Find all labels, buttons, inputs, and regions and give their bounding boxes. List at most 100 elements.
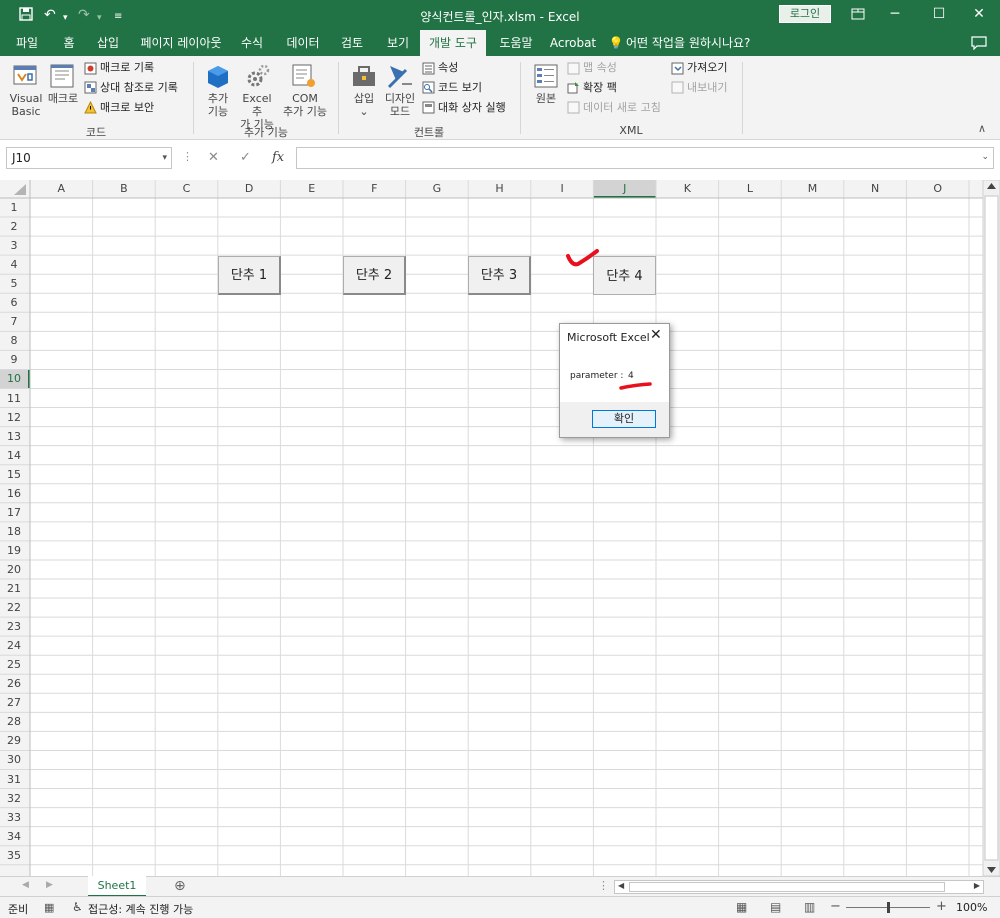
expansion-packs-button[interactable]: 확장 팩 [583, 81, 617, 95]
column-header-d[interactable]: D [218, 180, 281, 198]
row-header-30[interactable]: 30 [0, 750, 28, 769]
form-button-3[interactable]: 단추 3 [468, 256, 531, 295]
row-header-35[interactable]: 35 [0, 846, 28, 865]
column-header-g[interactable]: G [406, 180, 469, 198]
ribbon-display-icon[interactable] [843, 3, 873, 25]
cancel-icon[interactable]: ✕ [208, 150, 219, 165]
refresh-data-button[interactable]: 데이터 새로 고침 [583, 101, 661, 115]
row-header-11[interactable]: 11 [0, 389, 28, 408]
row-header-10[interactable]: 10 [0, 369, 28, 388]
record-macro-button[interactable]: 매크로 기록 [100, 61, 154, 75]
horizontal-scrollbar[interactable]: ◀ ▶ [614, 880, 984, 894]
run-dialog-button[interactable]: 대화 상자 실행 [438, 101, 506, 115]
zoom-out-icon[interactable]: − [830, 899, 841, 914]
macro-record-icon[interactable]: ▦ [44, 901, 54, 914]
expansion-pack-icon[interactable] [567, 81, 580, 97]
sheet-tab-sheet1[interactable]: Sheet1 [88, 876, 146, 897]
close-icon[interactable]: ✕ [964, 3, 994, 25]
row-header-5[interactable]: 5 [0, 274, 28, 293]
view-code-icon[interactable] [422, 81, 435, 97]
macro-icon[interactable] [48, 62, 76, 93]
com-addins-icon[interactable] [290, 62, 318, 93]
column-header-n[interactable]: N [844, 180, 907, 198]
export-button[interactable]: 내보내기 [687, 81, 727, 95]
import-button[interactable]: 가져오기 [687, 61, 727, 75]
gear-icon[interactable] [244, 62, 272, 93]
com-addins-label[interactable]: COM 추가 기능 [280, 92, 330, 118]
normal-view-icon[interactable]: ▦ [736, 900, 747, 914]
column-header-i[interactable]: I [531, 180, 594, 198]
enter-icon[interactable]: ✓ [240, 150, 251, 165]
row-header-14[interactable]: 14 [0, 446, 28, 465]
collapse-ribbon-icon[interactable]: ∧ [978, 122, 986, 135]
row-header-19[interactable]: 19 [0, 541, 28, 560]
new-sheet-icon[interactable]: ⊕ [174, 878, 186, 894]
row-header-25[interactable]: 25 [0, 655, 28, 674]
scroll-right-icon[interactable]: ▶ [974, 881, 980, 890]
tab-insert[interactable]: 삽입 [90, 30, 126, 56]
row-header-3[interactable]: 3 [0, 236, 28, 255]
toolbox-icon[interactable] [350, 62, 378, 93]
row-header-18[interactable]: 18 [0, 522, 28, 541]
tab-page-layout[interactable]: 페이지 레이아웃 [136, 30, 226, 56]
row-header-7[interactable]: 7 [0, 312, 28, 331]
row-header-31[interactable]: 31 [0, 770, 28, 789]
page-break-view-icon[interactable]: ▥ [804, 900, 815, 914]
formula-input[interactable]: ⌄ [296, 147, 994, 169]
maximize-icon[interactable]: ☐ [924, 3, 954, 25]
tab-formulas[interactable]: 수식 [234, 30, 270, 56]
form-button-2[interactable]: 단추 2 [343, 256, 406, 295]
tab-acrobat[interactable]: Acrobat [548, 30, 598, 56]
horizontal-scroll-thumb[interactable] [629, 882, 945, 892]
row-header-26[interactable]: 26 [0, 674, 28, 693]
row-header-12[interactable]: 12 [0, 408, 28, 427]
record-macro-icon[interactable] [84, 62, 97, 78]
tab-data[interactable]: 데이터 [280, 30, 326, 56]
scroll-left-icon[interactable]: ◀ [618, 881, 624, 890]
relative-ref-button[interactable]: 상대 참조로 기록 [100, 81, 178, 95]
column-header-b[interactable]: B [93, 180, 156, 198]
row-header-15[interactable]: 15 [0, 465, 28, 484]
visual-basic-label[interactable]: Visual Basic [6, 92, 46, 118]
xml-source-icon[interactable] [532, 62, 560, 93]
row-header-32[interactable]: 32 [0, 789, 28, 808]
design-mode-label[interactable]: 디자인 모드 [380, 92, 420, 118]
tab-home[interactable]: 홈 [56, 30, 82, 56]
map-properties-button[interactable]: 맵 속성 [583, 61, 617, 75]
column-header-l[interactable]: L [719, 180, 782, 198]
name-box[interactable]: J10 ▾ [6, 147, 172, 169]
comments-icon[interactable] [968, 30, 990, 56]
row-header-28[interactable]: 28 [0, 712, 28, 731]
row-header-29[interactable]: 29 [0, 731, 28, 750]
zoom-slider-thumb[interactable] [887, 902, 890, 913]
next-sheet-icon[interactable]: ▶ [46, 880, 53, 890]
properties-icon[interactable] [422, 62, 435, 78]
row-header-16[interactable]: 16 [0, 484, 28, 503]
row-header-24[interactable]: 24 [0, 636, 28, 655]
tab-help[interactable]: 도움말 [494, 30, 538, 56]
row-header-4[interactable]: 4 [0, 255, 28, 274]
column-header-e[interactable]: E [280, 180, 343, 198]
properties-button[interactable]: 속성 [438, 61, 458, 75]
row-header-8[interactable]: 8 [0, 331, 28, 350]
row-header-20[interactable]: 20 [0, 560, 28, 579]
relative-ref-icon[interactable] [84, 81, 97, 97]
zoom-in-icon[interactable]: + [936, 899, 947, 914]
tab-view[interactable]: 보기 [380, 30, 416, 56]
zoom-level[interactable]: 100% [956, 901, 987, 914]
import-icon[interactable] [671, 62, 684, 78]
row-header-22[interactable]: 22 [0, 598, 28, 617]
design-mode-icon[interactable] [386, 62, 414, 93]
row-header-27[interactable]: 27 [0, 693, 28, 712]
dialog-close-icon[interactable]: ✕ [650, 327, 662, 343]
row-header-6[interactable]: 6 [0, 293, 28, 312]
prev-sheet-icon[interactable]: ◀ [22, 880, 29, 890]
macro-security-button[interactable]: 매크로 보안 [100, 101, 154, 115]
insert-function-icon[interactable]: fx [272, 150, 284, 165]
form-button-1[interactable]: 단추 1 [218, 256, 281, 295]
view-code-button[interactable]: 코드 보기 [438, 81, 482, 95]
row-header-17[interactable]: 17 [0, 503, 28, 522]
xml-source-label[interactable]: 원본 [528, 92, 564, 105]
column-header-f[interactable]: F [343, 180, 406, 198]
row-header-13[interactable]: 13 [0, 427, 28, 446]
